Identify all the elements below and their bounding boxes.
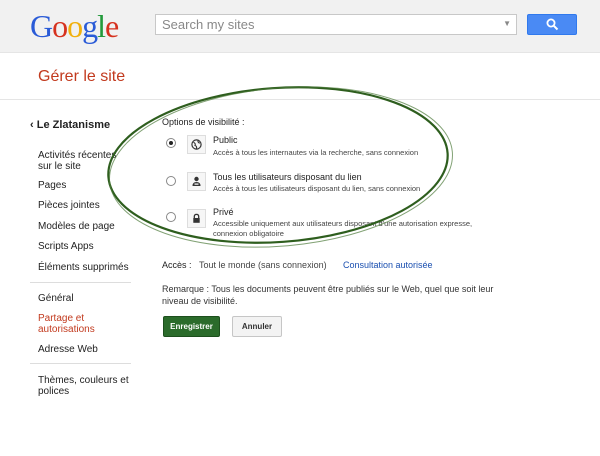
option-desc-link: Accès à tous les utilisateurs disposant … [213,184,421,193]
search-icon [546,18,559,31]
option-desc-public: Accès à tous les internautes via la rech… [213,148,419,157]
sidebar-item-web-address[interactable]: Adresse Web [38,344,133,355]
save-button[interactable]: Enregistrer [163,316,220,337]
search-box[interactable]: ▼ [155,14,517,35]
option-name-private: Privé [213,207,234,217]
back-link[interactable]: ‹ Le Zlatanisme [30,119,110,131]
google-logo[interactable]: Google [30,8,119,44]
sidebar-item-activity[interactable]: Activités récentes sur le site [38,150,133,172]
access-label: Accès : [162,260,192,270]
option-name-public: Public [213,135,238,145]
sidebar-item-attachments[interactable]: Pièces jointes [38,200,133,211]
sidebar-item-templates[interactable]: Modèles de page [38,221,133,232]
chevron-left-icon: ‹ [30,119,34,131]
option-desc-private: Accessible uniquement aux utilisateurs d… [213,219,473,238]
option-name-link: Tous les utilisateurs disposant du lien [213,172,362,182]
sidebar-item-pages[interactable]: Pages [38,180,133,191]
chevron-down-icon[interactable]: ▼ [503,19,511,28]
lock-icon [193,213,200,223]
sidebar-divider [30,363,131,364]
option-icon-box [187,209,206,228]
sidebar-item-themes[interactable]: Thèmes, couleurs et polices [38,375,133,397]
search-button[interactable] [527,14,577,35]
globe-icon [191,139,202,150]
remark-text: Remarque : Tous les documents peuvent êt… [162,284,494,306]
radio-link[interactable] [166,176,176,186]
sidebar-item-apps-scripts[interactable]: Scripts Apps [38,241,133,252]
access-permission-link[interactable]: Consultation autorisée [343,260,433,270]
option-icon-box [187,135,206,154]
access-value: Tout le monde (sans connexion) [199,260,327,270]
sidebar-item-deleted[interactable]: Éléments supprimés [38,262,133,273]
search-input[interactable] [156,15,492,34]
sidebar-divider [30,282,131,283]
option-icon-box [187,172,206,191]
sidebar-item-general[interactable]: Général [38,293,133,304]
radio-public[interactable] [166,138,176,148]
page-title: Gérer le site [38,68,126,85]
visibility-title: Options de visibilité : [162,117,245,127]
person-link-icon [192,176,201,186]
back-link-label: Le Zlatanisme [36,119,111,131]
radio-private[interactable] [166,212,176,222]
header-divider [0,99,600,100]
sidebar-item-sharing[interactable]: Partage et autorisations [38,313,133,335]
cancel-button[interactable]: Annuler [232,316,282,337]
